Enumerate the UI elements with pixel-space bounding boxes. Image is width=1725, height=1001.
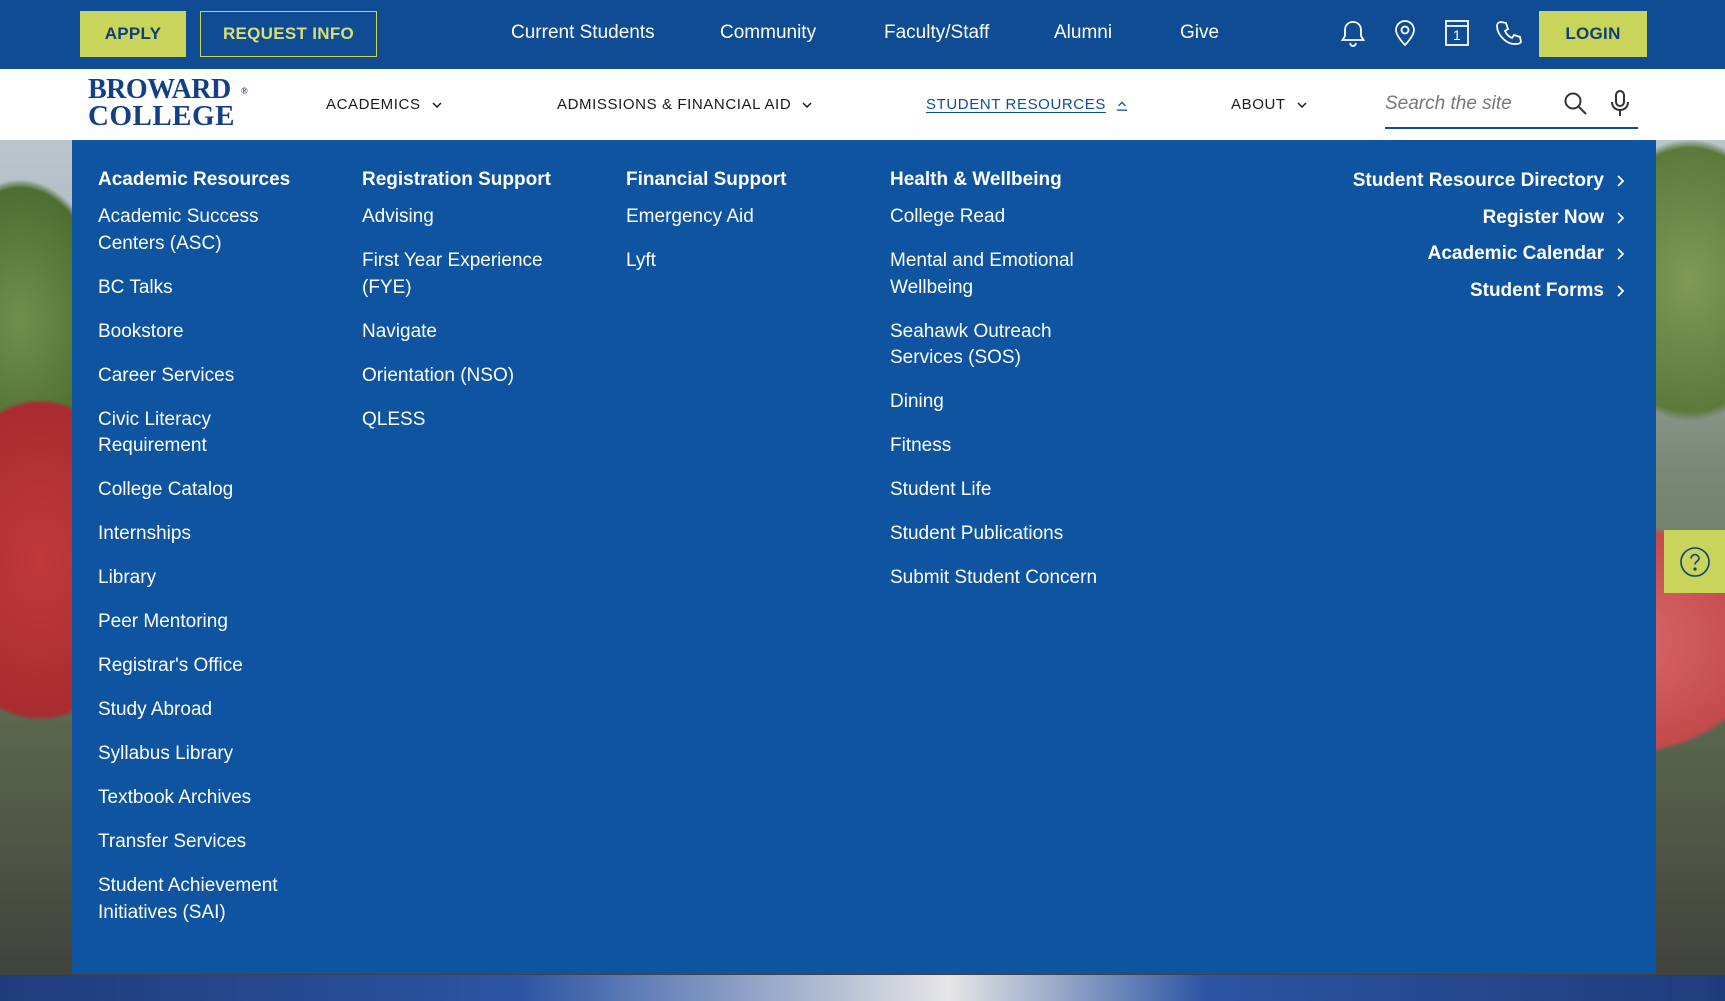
- link-registrars-office[interactable]: Registrar's Office: [98, 653, 338, 680]
- heading-registration-support[interactable]: Registration Support: [362, 168, 602, 192]
- link-submit-student-concern[interactable]: Submit Student Concern: [890, 565, 1130, 592]
- link-library[interactable]: Library: [98, 565, 338, 592]
- quick-link-register-now[interactable]: Register Now: [1353, 205, 1626, 231]
- link-community[interactable]: Community: [720, 22, 816, 44]
- quick-link-student-forms[interactable]: Student Forms: [1353, 278, 1626, 304]
- link-study-abroad[interactable]: Study Abroad: [98, 697, 338, 724]
- chevron-down-icon: [802, 101, 812, 108]
- chevron-right-icon: [1617, 175, 1625, 187]
- hero-photo-bottom: [0, 975, 1725, 1001]
- main-navigation: BROWARD COLLEGE ® ACADEMICS ADMISSIONS &…: [0, 69, 1725, 140]
- link-navigate[interactable]: Navigate: [362, 319, 602, 346]
- nav-academics-label: ACADEMICS: [326, 96, 421, 113]
- heading-financial-support[interactable]: Financial Support: [626, 168, 866, 192]
- link-emergency-aid[interactable]: Emergency Aid: [626, 204, 866, 231]
- chevron-down-icon: [1297, 101, 1307, 108]
- broward-college-logo[interactable]: BROWARD COLLEGE ®: [88, 76, 248, 132]
- link-student-publications[interactable]: Student Publications: [890, 521, 1130, 548]
- nav-about[interactable]: ABOUT: [1231, 96, 1308, 113]
- link-first-year-experience[interactable]: First Year Experience (FYE): [362, 248, 552, 301]
- link-seahawk-outreach-services[interactable]: Seahawk Outreach Services (SOS): [890, 319, 1070, 372]
- phone-icon[interactable]: [1494, 18, 1524, 48]
- quick-link-label: Student Forms: [1469, 279, 1604, 301]
- quick-link-label: Academic Calendar: [1427, 243, 1604, 264]
- link-student-life[interactable]: Student Life: [890, 477, 1130, 504]
- nav-admissions-label: ADMISSIONS & FINANCIAL AID: [557, 96, 792, 113]
- quick-link-academic-calendar[interactable]: Academic Calendar: [1353, 241, 1626, 267]
- link-current-students[interactable]: Current Students: [511, 22, 655, 44]
- nav-academics[interactable]: ACADEMICS: [326, 96, 443, 113]
- request-info-button[interactable]: REQUEST INFO: [200, 11, 377, 57]
- logo-line-2: COLLEGE: [88, 100, 235, 132]
- chevron-down-icon: [432, 101, 442, 108]
- quick-links: Student Resource Directory Register Now …: [1353, 168, 1626, 314]
- quick-link-label: Register Now: [1482, 206, 1604, 228]
- chevron-right-icon: [1617, 248, 1625, 260]
- nav-about-label: ABOUT: [1231, 96, 1286, 113]
- question-mark-icon: [1679, 546, 1710, 577]
- logo-trademark: ®: [241, 86, 248, 96]
- location-pin-icon[interactable]: [1390, 18, 1420, 48]
- column-financial-support: Financial Support Emergency Aid Lyft: [626, 168, 866, 292]
- link-college-catalog[interactable]: College Catalog: [98, 477, 338, 504]
- link-career-services[interactable]: Career Services: [98, 363, 338, 390]
- link-syllabus-library[interactable]: Syllabus Library: [98, 741, 338, 768]
- link-civic-literacy[interactable]: Civic Literacy Requirement: [98, 407, 248, 460]
- link-academic-success-centers[interactable]: Academic Success Centers (ASC): [98, 204, 268, 257]
- link-student-achievement-initiatives[interactable]: Student Achievement Initiatives (SAI): [98, 873, 288, 926]
- link-give[interactable]: Give: [1180, 22, 1219, 44]
- link-college-read[interactable]: College Read: [890, 204, 1130, 231]
- help-button[interactable]: [1664, 530, 1725, 593]
- heading-academic-resources[interactable]: Academic Resources: [98, 168, 338, 192]
- link-internships[interactable]: Internships: [98, 521, 338, 548]
- nav-student-resources-label: STUDENT RESOURCES: [926, 96, 1106, 113]
- login-button[interactable]: LOGIN: [1539, 11, 1647, 57]
- calendar-day-number: 1: [1453, 27, 1461, 43]
- heading-health-wellbeing[interactable]: Health & Wellbeing: [890, 168, 1130, 192]
- column-academic-resources: Academic Resources Academic Success Cent…: [98, 168, 338, 944]
- quick-link-student-resource-directory[interactable]: Student Resource Directory: [1353, 168, 1626, 194]
- link-qless[interactable]: QLESS: [362, 407, 602, 434]
- link-orientation[interactable]: Orientation (NSO): [362, 363, 602, 390]
- utility-bar: APPLY REQUEST INFO Current Students Comm…: [0, 0, 1725, 69]
- bell-icon[interactable]: [1338, 18, 1368, 48]
- nav-student-resources[interactable]: STUDENT RESOURCES: [926, 96, 1128, 113]
- chevron-right-icon: [1617, 284, 1625, 297]
- link-alumni[interactable]: Alumni: [1054, 22, 1112, 44]
- link-fitness[interactable]: Fitness: [890, 433, 1130, 460]
- link-dining[interactable]: Dining: [890, 389, 1130, 416]
- search-input[interactable]: [1385, 89, 1555, 119]
- chevron-right-icon: [1617, 211, 1625, 224]
- link-peer-mentoring[interactable]: Peer Mentoring: [98, 609, 338, 636]
- link-bc-talks[interactable]: BC Talks: [98, 275, 338, 302]
- column-health-wellbeing: Health & Wellbeing College Read Mental a…: [890, 168, 1130, 609]
- apply-button[interactable]: APPLY: [80, 11, 186, 57]
- student-resources-mega-menu: Academic Resources Academic Success Cent…: [72, 140, 1656, 974]
- search-icon[interactable]: [1563, 91, 1589, 117]
- site-search: [1385, 83, 1638, 129]
- link-advising[interactable]: Advising: [362, 204, 602, 231]
- link-bookstore[interactable]: Bookstore: [98, 319, 338, 346]
- calendar-icon[interactable]: 1: [1442, 18, 1472, 48]
- link-transfer-services[interactable]: Transfer Services: [98, 829, 338, 856]
- link-lyft[interactable]: Lyft: [626, 248, 866, 275]
- chevron-up-icon: [1116, 101, 1128, 111]
- link-mental-emotional-wellbeing[interactable]: Mental and Emotional Wellbeing: [890, 248, 1090, 301]
- nav-admissions-financial-aid[interactable]: ADMISSIONS & FINANCIAL AID: [557, 96, 813, 113]
- microphone-icon[interactable]: [1607, 89, 1633, 119]
- link-faculty-staff[interactable]: Faculty/Staff: [884, 22, 989, 44]
- quick-link-label: Student Resource Directory: [1352, 170, 1604, 191]
- link-textbook-archives[interactable]: Textbook Archives: [98, 785, 338, 812]
- column-registration-support: Registration Support Advising First Year…: [362, 168, 602, 451]
